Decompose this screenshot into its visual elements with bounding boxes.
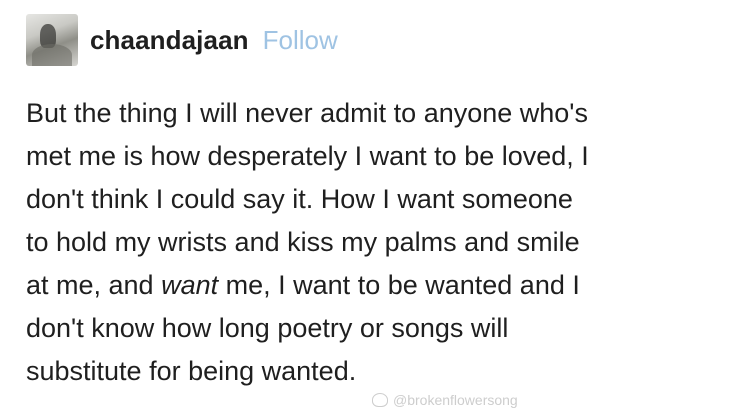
username[interactable]: chaandajaan	[90, 25, 249, 56]
post-text-line: But the thing I will never admit to anyo…	[26, 98, 588, 128]
post-text-line: at me, and want me, I want to be wanted …	[26, 264, 726, 307]
follow-button[interactable]: Follow	[263, 25, 338, 56]
post-text-fragment: me, I want to be wanted and I	[218, 270, 580, 300]
post-header: chaandajaan Follow	[26, 12, 338, 68]
post-text-line: substitute for being wanted.	[26, 356, 357, 386]
post-text-line: to hold my wrists and kiss my palms and …	[26, 227, 580, 257]
avatar[interactable]	[26, 14, 78, 66]
post-text-line: met me is how desperately I want to be l…	[26, 141, 589, 171]
post-body: But the thing I will never admit to anyo…	[26, 92, 726, 393]
watermark: @brokenflowersong	[372, 392, 518, 408]
post-text-line: don't know how long poetry or songs will	[26, 313, 509, 343]
post-text-line: don't think I could say it. How I want s…	[26, 184, 573, 214]
post-text-emphasis: want	[161, 270, 219, 300]
post-text-fragment: at me, and	[26, 270, 162, 300]
watermark-text: @brokenflowersong	[393, 392, 518, 408]
weibo-icon	[372, 393, 388, 407]
